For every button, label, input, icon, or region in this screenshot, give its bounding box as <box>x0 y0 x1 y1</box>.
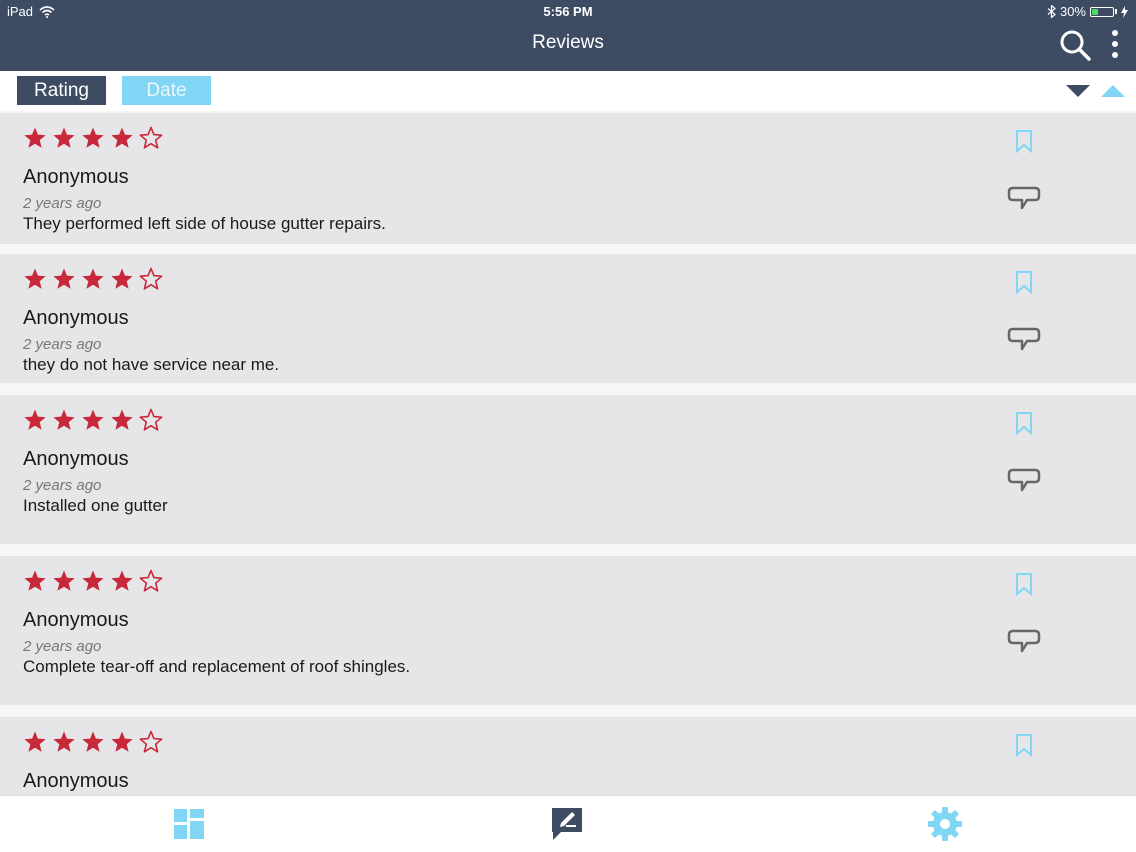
page-title: Reviews <box>532 32 604 53</box>
caret-down-icon[interactable] <box>1065 83 1091 99</box>
star-filled-icon <box>24 127 46 148</box>
caret-up-icon[interactable] <box>1100 83 1126 99</box>
bluetooth-icon <box>1047 5 1056 18</box>
star-rating <box>23 730 163 754</box>
star-filled-icon <box>53 731 75 752</box>
battery-icon <box>1090 6 1114 17</box>
star-filled-icon <box>53 570 75 591</box>
battery-tip <box>1115 9 1117 14</box>
gear-icon[interactable] <box>927 806 963 842</box>
battery-level <box>1092 8 1098 15</box>
star-filled-icon <box>82 570 104 591</box>
star-empty-icon <box>139 408 163 431</box>
star-rating <box>23 408 163 432</box>
star-empty-icon <box>139 267 163 290</box>
status-right: 30% <box>1047 4 1128 19</box>
star-filled-icon <box>111 268 133 289</box>
review-age: 2 years ago <box>23 477 102 494</box>
review-list[interactable]: Anonymous 2 years ago They performed lef… <box>0 111 1136 795</box>
review-author: Anonymous <box>23 448 129 470</box>
review-age: 2 years ago <box>23 336 102 353</box>
star-filled-icon <box>111 409 133 430</box>
bookmark-icon[interactable] <box>1014 572 1034 596</box>
write-review-icon[interactable] <box>549 806 585 842</box>
star-filled-icon <box>111 731 133 752</box>
star-rating <box>23 126 163 150</box>
star-filled-icon <box>24 570 46 591</box>
star-empty-icon <box>139 569 163 592</box>
star-filled-icon <box>24 409 46 430</box>
review-author: Anonymous <box>23 770 129 792</box>
star-filled-icon <box>82 409 104 430</box>
review-age: 2 years ago <box>23 638 102 655</box>
sort-rating-button[interactable]: Rating <box>17 76 106 105</box>
review-text: They performed left side of house gutter… <box>23 214 386 233</box>
star-filled-icon <box>111 570 133 591</box>
star-filled-icon <box>82 127 104 148</box>
bookmark-icon[interactable] <box>1014 129 1034 153</box>
star-filled-icon <box>53 268 75 289</box>
review-author: Anonymous <box>23 609 129 631</box>
review-card[interactable]: Anonymous 2 years ago Complete tear-off … <box>0 556 1136 705</box>
review-age: 2 years ago <box>23 195 102 212</box>
sort-bar: Rating Date <box>0 71 1136 111</box>
comment-icon[interactable] <box>1007 467 1041 493</box>
more-vertical-icon[interactable] <box>1103 28 1127 62</box>
app-header: iPad 5:56 PM 30% Reviews <box>0 0 1136 71</box>
review-text: Complete tear-off and replacement of roo… <box>23 657 411 676</box>
comment-icon[interactable] <box>1007 326 1041 352</box>
review-card[interactable]: Anonymous 2 years ago Installed one gutt… <box>0 395 1136 544</box>
bookmark-icon[interactable] <box>1014 270 1034 294</box>
charging-icon <box>1121 5 1128 18</box>
comment-icon[interactable] <box>1007 628 1041 654</box>
search-icon[interactable] <box>1058 28 1092 62</box>
battery-percent: 30% <box>1059 4 1086 19</box>
review-card[interactable]: Anonymous 2 years ago They performed lef… <box>0 113 1136 244</box>
star-rating <box>23 569 163 593</box>
sort-date-button[interactable]: Date <box>122 76 211 105</box>
comment-icon[interactable] <box>1007 185 1041 211</box>
star-filled-icon <box>82 268 104 289</box>
review-card[interactable]: Anonymous <box>0 717 1136 795</box>
star-filled-icon <box>82 731 104 752</box>
star-filled-icon <box>111 127 133 148</box>
bookmark-icon[interactable] <box>1014 733 1034 757</box>
review-text: Installed one gutter <box>23 496 168 515</box>
status-time: 5:56 PM <box>543 4 593 19</box>
star-empty-icon <box>139 730 163 753</box>
dashboard-icon[interactable] <box>171 806 207 842</box>
review-card[interactable]: Anonymous 2 years ago they do not have s… <box>0 254 1136 383</box>
review-author: Anonymous <box>23 307 129 329</box>
star-filled-icon <box>53 127 75 148</box>
bottom-tab-bar <box>0 795 1136 852</box>
star-empty-icon <box>139 126 163 149</box>
star-filled-icon <box>24 731 46 752</box>
star-rating <box>23 267 163 291</box>
review-author: Anonymous <box>23 166 129 188</box>
star-filled-icon <box>24 268 46 289</box>
bookmark-icon[interactable] <box>1014 411 1034 435</box>
star-filled-icon <box>53 409 75 430</box>
review-text: they do not have service near me. <box>23 355 280 374</box>
